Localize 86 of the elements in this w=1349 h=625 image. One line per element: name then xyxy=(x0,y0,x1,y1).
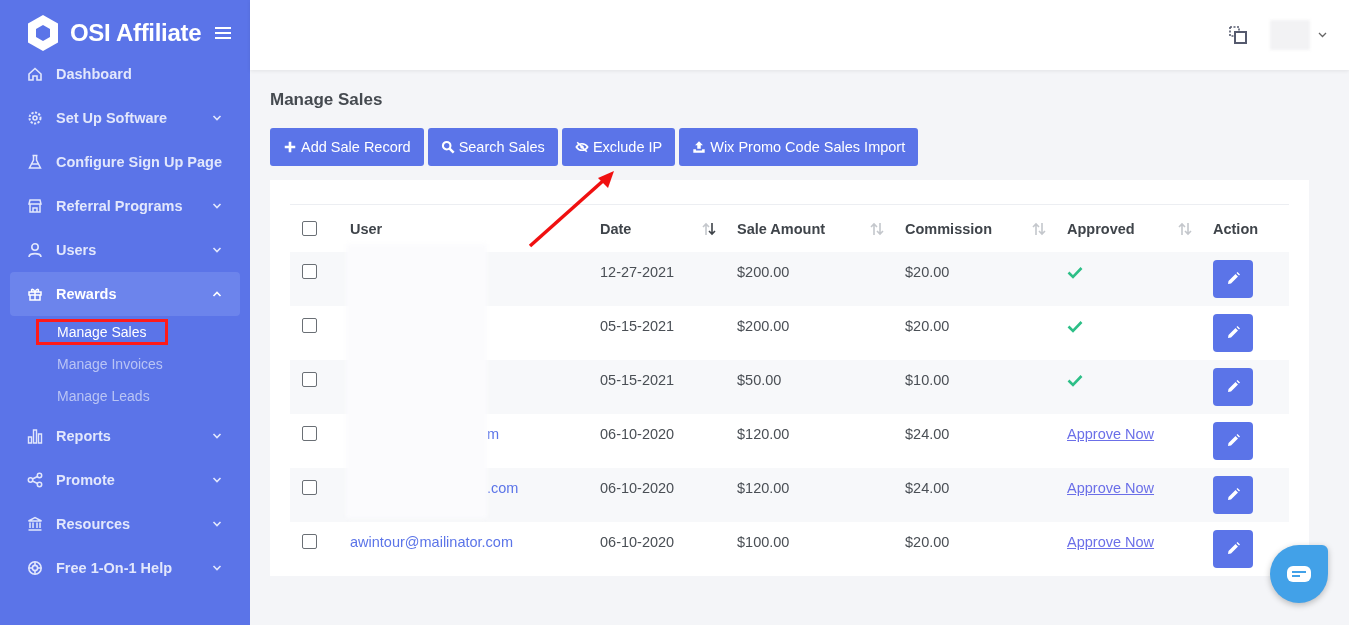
sidebar-item[interactable]: Dashboard xyxy=(10,52,240,96)
edit-button[interactable] xyxy=(1213,422,1253,460)
table-cell: $100.00 xyxy=(737,534,790,550)
edit-button[interactable] xyxy=(1213,314,1253,352)
sort-icon[interactable] xyxy=(701,221,717,236)
column-header[interactable]: User xyxy=(350,220,383,237)
table-cell: $200.00 xyxy=(737,318,790,334)
table-cell: $50.00 xyxy=(737,372,782,388)
toolbar-button[interactable]: Search Sales xyxy=(427,128,558,166)
pencil-icon xyxy=(1225,487,1241,503)
eye-slash-icon xyxy=(574,140,589,154)
row-checkbox[interactable] xyxy=(302,372,317,387)
chat-icon xyxy=(1286,565,1312,583)
edit-button[interactable] xyxy=(1213,476,1253,514)
approve-now-link[interactable]: Approve Now xyxy=(1067,480,1155,496)
share-icon xyxy=(27,472,43,488)
edit-button[interactable] xyxy=(1213,530,1253,568)
toolbar-button[interactable]: Add Sale Record xyxy=(270,128,424,166)
bar-chart-icon xyxy=(27,428,43,444)
table-cell: $20.00 xyxy=(905,264,950,280)
approve-now-link[interactable]: Approve Now xyxy=(1067,426,1155,442)
table-cell: 06-10-2020 xyxy=(600,480,675,496)
table-cell: 12-27-2021 xyxy=(600,264,675,280)
user-email[interactable]: awintour@mailinator.com xyxy=(350,534,513,550)
submenu-item[interactable]: Manage Leads xyxy=(36,383,171,409)
table-cell: 05-15-2021 xyxy=(600,372,675,388)
select-all-checkbox[interactable] xyxy=(302,221,317,236)
sidebar-item[interactable]: Users xyxy=(10,228,240,272)
page-title: Manage Sales xyxy=(270,90,384,110)
table-cell: 06-10-2020 xyxy=(600,426,675,442)
settings-icon xyxy=(27,110,43,126)
chevron-icon[interactable] xyxy=(1318,32,1327,38)
row-checkbox[interactable] xyxy=(302,534,317,549)
submenu-item[interactable]: Manage Invoices xyxy=(36,351,184,377)
approve-now-link[interactable]: Approve Now xyxy=(1067,534,1155,550)
submenu-item[interactable]: Manage Sales xyxy=(36,319,168,345)
table-cell: $20.00 xyxy=(905,534,950,550)
row-checkbox[interactable] xyxy=(302,318,317,333)
store-icon xyxy=(27,198,43,214)
sidebar-item[interactable]: Reports xyxy=(10,414,240,458)
bank-icon xyxy=(27,516,43,532)
table-cell: 06-10-2020 xyxy=(600,534,675,550)
lifebuoy-icon xyxy=(27,560,43,576)
pencil-icon xyxy=(1225,541,1241,557)
column-header[interactable]: Approved xyxy=(1067,220,1135,237)
screen-share-icon[interactable] xyxy=(1228,25,1248,45)
plus-icon xyxy=(283,140,297,154)
column-header[interactable]: Action xyxy=(1213,220,1259,237)
toolbar-button[interactable]: Exclude IP xyxy=(561,128,676,166)
pencil-icon xyxy=(1225,379,1241,395)
user-icon xyxy=(27,242,43,258)
gift-icon xyxy=(27,286,43,302)
table-cell: $20.00 xyxy=(905,318,950,334)
menu-icon[interactable] xyxy=(215,26,232,40)
search-icon xyxy=(440,140,455,154)
edit-button[interactable] xyxy=(1213,260,1253,298)
toolbar-button[interactable]: Wix Promo Code Sales Import xyxy=(679,128,919,166)
row-checkbox[interactable] xyxy=(302,264,317,279)
column-header[interactable]: Commission xyxy=(905,220,992,237)
upload-icon xyxy=(692,140,707,154)
sidebar-item[interactable]: Resources xyxy=(10,502,240,546)
table-cell: $200.00 xyxy=(737,264,790,280)
table-cell: $24.00 xyxy=(905,426,950,442)
table-cell: 05-15-2021 xyxy=(600,318,675,334)
column-header[interactable]: Sale Amount xyxy=(737,220,826,237)
pencil-icon xyxy=(1225,325,1241,341)
chat-button[interactable] xyxy=(1270,545,1328,603)
sidebar-item[interactable]: Set Up Software xyxy=(10,96,240,140)
flask-icon xyxy=(27,154,43,170)
edit-button[interactable] xyxy=(1213,368,1253,406)
sidebar-item[interactable]: Configure Sign Up Page xyxy=(10,140,240,184)
table-cell: $120.00 xyxy=(737,480,790,496)
row-checkbox[interactable] xyxy=(302,426,317,441)
table-cell: $10.00 xyxy=(905,372,950,388)
pencil-icon xyxy=(1225,433,1241,449)
pencil-icon xyxy=(1225,271,1241,287)
row-checkbox[interactable] xyxy=(302,480,317,495)
sidebar-item[interactable]: Promote xyxy=(10,458,240,502)
home-icon xyxy=(27,66,43,82)
sidebar-item[interactable]: Referral Programs xyxy=(10,184,240,228)
sidebar-item[interactable]: Rewards xyxy=(10,272,240,316)
column-header[interactable]: Date xyxy=(600,220,632,237)
sidebar-item[interactable]: Free 1-On-1 Help xyxy=(10,546,240,590)
brand-name: OSI Affiliate xyxy=(70,19,202,47)
table-cell: $24.00 xyxy=(905,480,950,496)
table-cell: $120.00 xyxy=(737,426,790,442)
